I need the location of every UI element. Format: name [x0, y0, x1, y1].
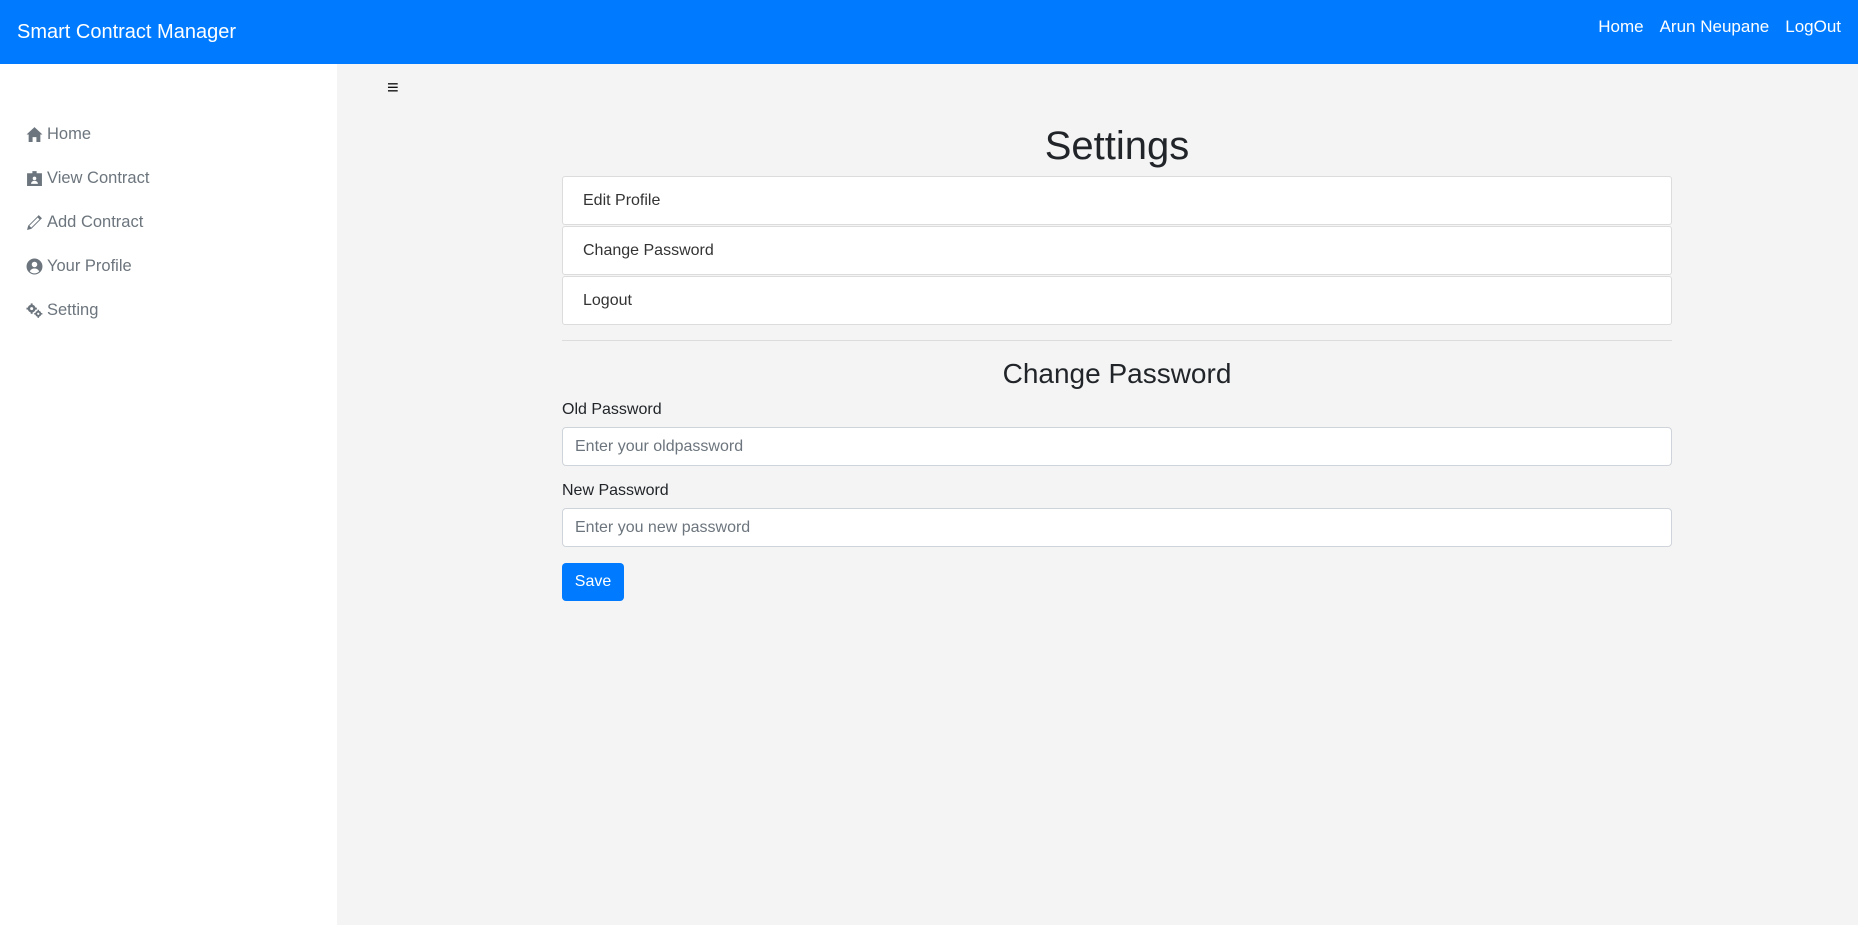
- save-button[interactable]: Save: [562, 563, 624, 601]
- sidebar-item-label: Your Profile: [47, 256, 132, 275]
- new-password-label: New Password: [562, 482, 669, 499]
- user-circle-icon: [25, 257, 43, 275]
- sidebar-item-setting[interactable]: Setting: [0, 288, 337, 332]
- sidebar-item-label: View Contract: [47, 168, 150, 187]
- page-title: Settings: [1044, 124, 1190, 168]
- brand-title[interactable]: Smart Contract Manager: [17, 21, 236, 44]
- sidebar-item-your-profile[interactable]: Your Profile: [0, 244, 337, 288]
- home-icon: [25, 125, 43, 143]
- sidebar-item-label: Add Contract: [47, 212, 144, 231]
- nav-home-link[interactable]: Home: [1598, 17, 1643, 37]
- nav-user-link[interactable]: Arun Neupane: [1660, 17, 1770, 37]
- menu-toggle-icon[interactable]: ≡: [387, 77, 399, 100]
- cogs-icon: [25, 301, 43, 319]
- settings-container: Settings Edit Profile Change Password Lo…: [562, 64, 1672, 601]
- main-content: ≡ Settings Edit Profile Change Password …: [337, 64, 1858, 925]
- new-password-field[interactable]: [562, 508, 1672, 547]
- sidebar-item-label: Setting: [47, 300, 99, 319]
- sidebar-item-add-contract[interactable]: Add Contract: [0, 200, 337, 244]
- pencil-icon: [25, 213, 43, 231]
- change-password-item[interactable]: Change Password: [562, 226, 1672, 275]
- divider: [562, 340, 1672, 341]
- sidebar-item-home[interactable]: Home: [0, 112, 337, 156]
- sidebar-item-label: Home: [47, 124, 92, 143]
- sidebar: Home View Contract Add Contract Your Pro…: [0, 64, 337, 925]
- old-password-label: Old Password: [562, 401, 662, 418]
- top-navbar: Smart Contract Manager Home Arun Neupane…: [0, 0, 1858, 64]
- change-password-title: Change Password: [1002, 358, 1232, 389]
- edit-profile-item[interactable]: Edit Profile: [562, 176, 1672, 225]
- settings-menu: Edit Profile Change Password Logout: [562, 176, 1672, 325]
- old-password-field[interactable]: [562, 427, 1672, 466]
- logout-item[interactable]: Logout: [562, 276, 1672, 325]
- id-card-icon: [25, 169, 43, 187]
- sidebar-item-view-contract[interactable]: View Contract: [0, 156, 337, 200]
- nav-logout-link[interactable]: LogOut: [1785, 17, 1841, 37]
- nav-links: Home Arun Neupane LogOut: [1598, 17, 1841, 37]
